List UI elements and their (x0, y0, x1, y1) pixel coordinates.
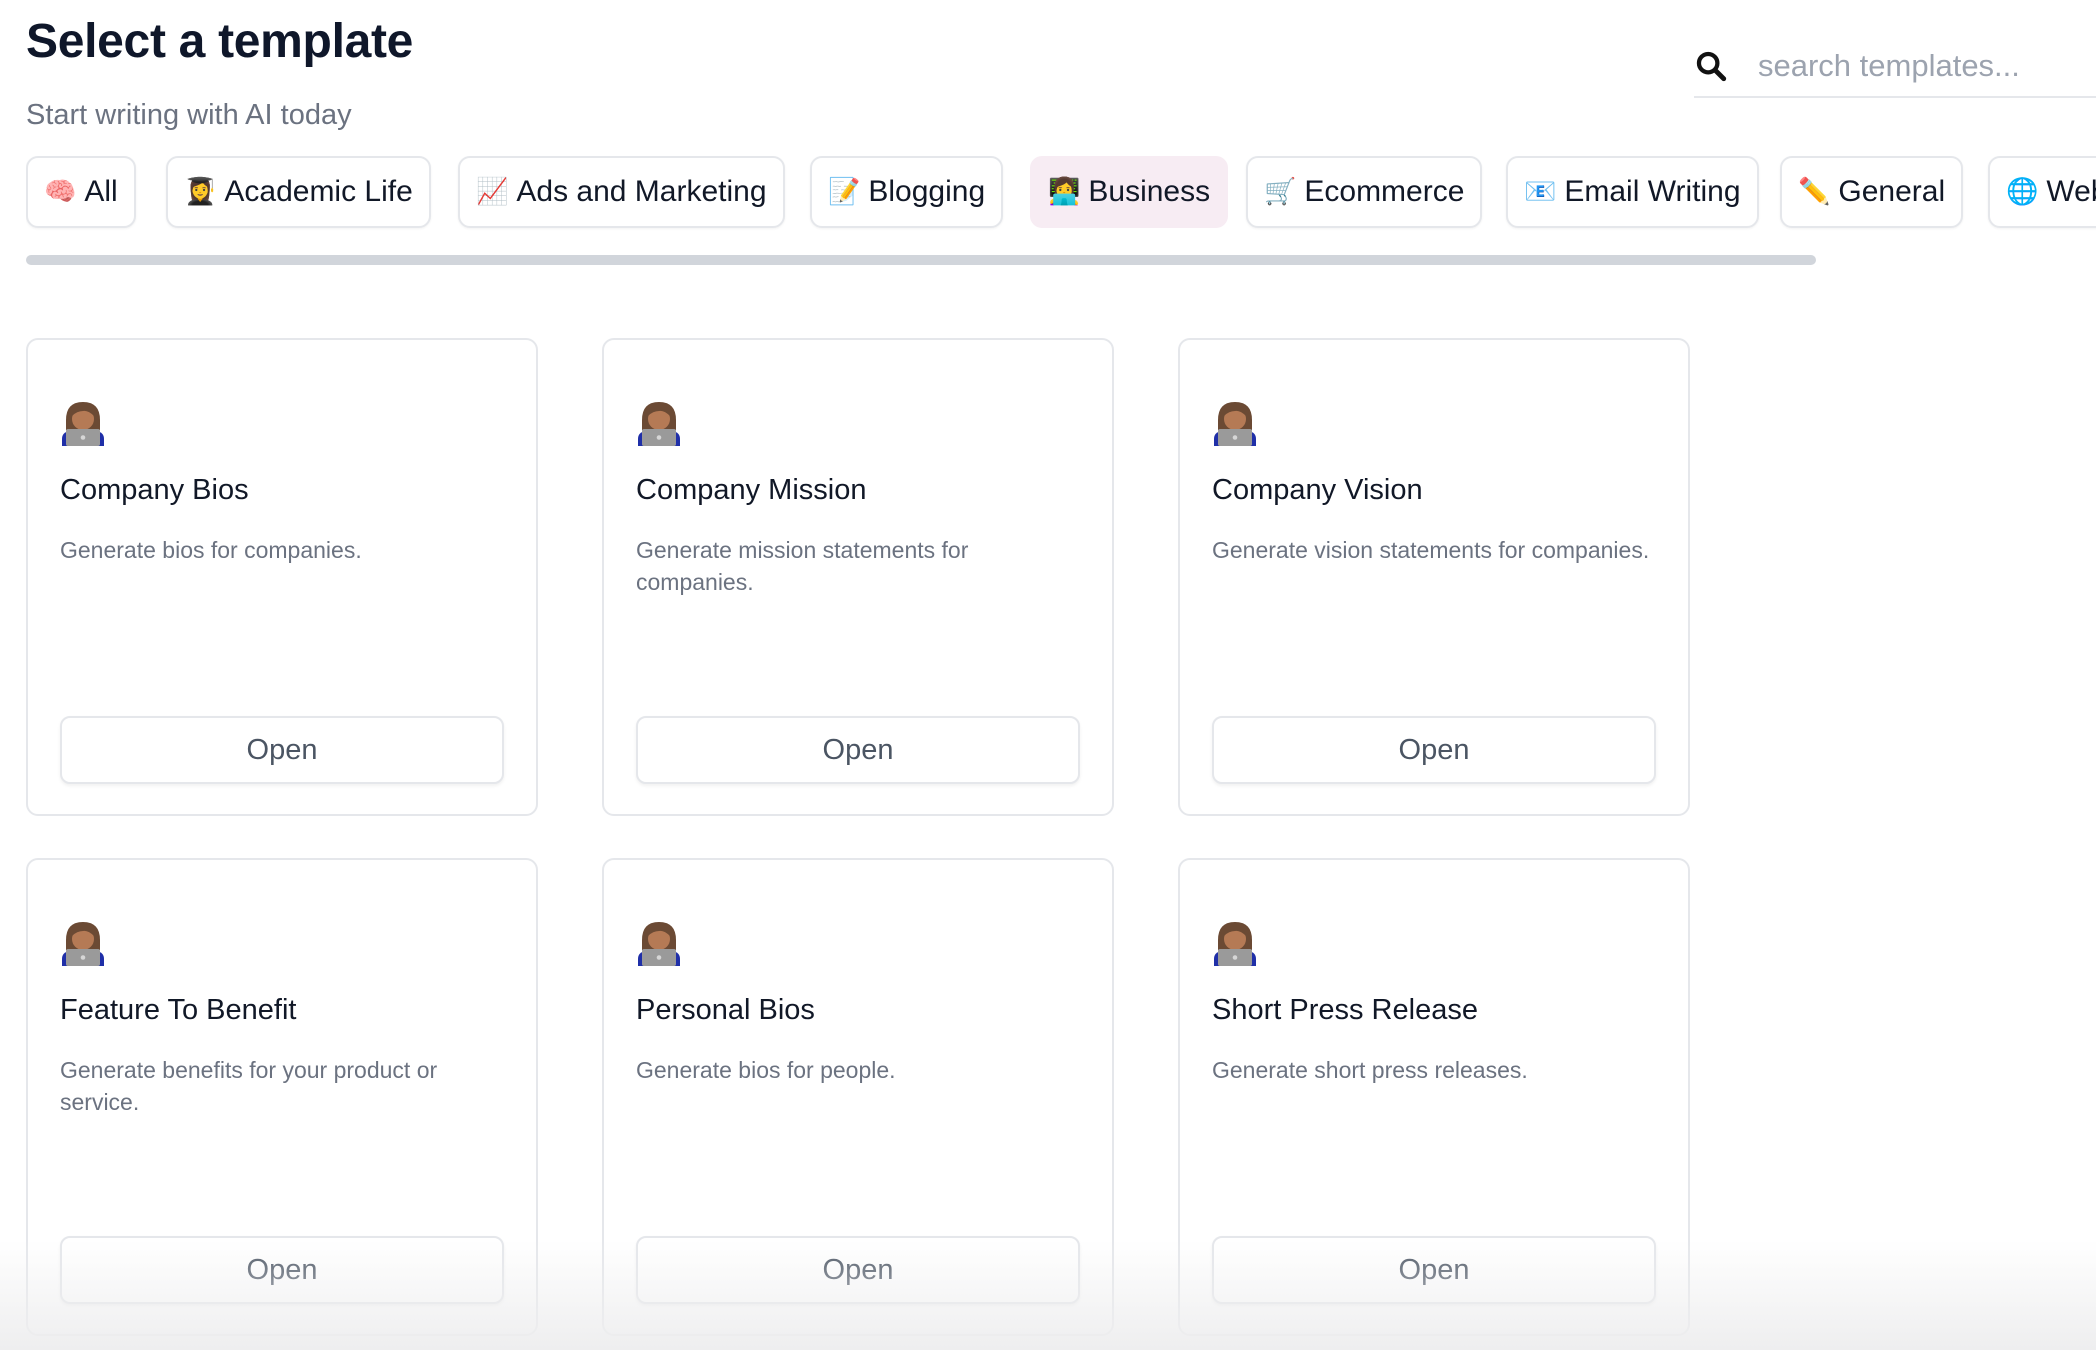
category-chip-email-writing[interactable]: 📧 Email Writing (1506, 156, 1759, 228)
technologist-icon (638, 402, 680, 446)
category-chip-label: Web (2046, 175, 2096, 208)
category-scrollbar[interactable] (26, 255, 1816, 265)
brain-icon: 🧠 (44, 177, 77, 207)
template-description: Generate benefits for your product or se… (60, 1057, 438, 1115)
technologist-icon (62, 402, 104, 446)
memo-icon: 📝 (828, 177, 861, 207)
category-chip-label: Blogging (868, 175, 986, 208)
category-chip-business[interactable]: 👩‍💻 Business (1030, 156, 1229, 228)
search-bar (1694, 36, 2096, 98)
category-chip-label: General (1838, 175, 1946, 208)
template-title: Company Bios (60, 474, 249, 506)
template-title: Company Vision (1212, 474, 1423, 506)
category-chip-all[interactable]: 🧠 All (26, 156, 136, 228)
category-chip-ads-and-marketing[interactable]: 📈 Ads and Marketing (458, 156, 785, 228)
category-chip-blogging[interactable]: 📝 Blogging (810, 156, 1004, 228)
template-card-company-bios: Company Bios Generate bios for companies… (26, 338, 538, 816)
globe-icon: 🌐 (2006, 177, 2039, 207)
pencil-icon: ✏️ (1798, 177, 1831, 207)
technologist-icon (638, 922, 680, 966)
template-title: Short Press Release (1212, 994, 1478, 1026)
category-chip-label: Business (1088, 175, 1211, 208)
template-description: Generate short press releases. (1212, 1057, 1528, 1083)
search-input[interactable] (1758, 48, 2078, 84)
template-card-personal-bios: Personal Bios Generate bios for people. … (602, 858, 1114, 1336)
template-title: Personal Bios (636, 994, 815, 1026)
template-title: Feature To Benefit (60, 994, 297, 1026)
category-chip-web[interactable]: 🌐 Web (1988, 156, 2096, 228)
template-description: Generate vision statements for companies… (1212, 537, 1650, 563)
chart-up-icon: 📈 (476, 177, 509, 207)
open-button[interactable]: Open (636, 716, 1080, 784)
category-chip-general[interactable]: ✏️ General (1780, 156, 1964, 228)
page-subtitle: Start writing with AI today (26, 99, 352, 131)
student-icon: 👩‍🎓 (184, 177, 217, 207)
template-description: Generate bios for companies. (60, 537, 362, 563)
category-chip-label: All (84, 175, 118, 208)
category-chip-ecommerce[interactable]: 🛒 Ecommerce (1246, 156, 1483, 228)
template-description: Generate mission statements for companie… (636, 537, 969, 595)
template-card-feature-to-benefit: Feature To Benefit Generate benefits for… (26, 858, 538, 1336)
open-button[interactable]: Open (60, 716, 504, 784)
template-title: Company Mission (636, 474, 867, 506)
email-icon: 📧 (1524, 177, 1557, 207)
technologist-icon: 👩‍💻 (1048, 177, 1081, 207)
open-button[interactable]: Open (1212, 716, 1656, 784)
search-icon[interactable] (1694, 49, 1728, 83)
page-title: Select a template (26, 15, 414, 68)
template-card-company-mission: Company Mission Generate mission stateme… (602, 338, 1114, 816)
open-button[interactable]: Open (1212, 1236, 1656, 1304)
open-button[interactable]: Open (60, 1236, 504, 1304)
category-chip-label: Email Writing (1564, 175, 1741, 208)
technologist-icon (62, 922, 104, 966)
open-button[interactable]: Open (636, 1236, 1080, 1304)
category-chip-label: Ads and Marketing (516, 175, 767, 208)
category-chip-label: Academic Life (224, 175, 413, 208)
technologist-icon (1214, 402, 1256, 446)
template-description: Generate bios for people. (636, 1057, 896, 1083)
category-filter-bar: 🧠 All 👩‍🎓 Academic Life 📈 Ads and Market… (26, 156, 2096, 232)
category-chip-label: Ecommerce (1304, 175, 1465, 208)
technologist-icon (1214, 922, 1256, 966)
template-card-company-vision: Company Vision Generate vision statement… (1178, 338, 1690, 816)
template-card-short-press-release: Short Press Release Generate short press… (1178, 858, 1690, 1336)
cart-icon: 🛒 (1264, 177, 1297, 207)
category-chip-academic-life[interactable]: 👩‍🎓 Academic Life (166, 156, 431, 228)
